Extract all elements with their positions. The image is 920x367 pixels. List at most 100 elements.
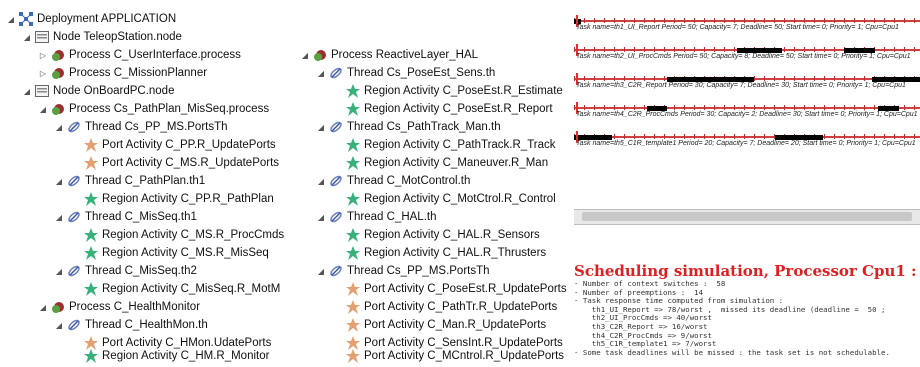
tree-process-reactive[interactable]: ◢ Process ReactiveLayer_HAL [300, 46, 478, 64]
timeline-tick [614, 47, 615, 52]
tree-thread-csppms[interactable]: ◢ Thread Cs_PP_MS.PortsTh [316, 262, 490, 280]
tree-port-activity[interactable]: Port Activity C_PP.R_UpdatePorts [84, 136, 276, 154]
timeline-tick [814, 47, 815, 52]
expand-arrow-icon[interactable]: ◢ [38, 105, 48, 114]
port-activity-icon [346, 318, 360, 332]
task-execution-block [843, 47, 875, 53]
timeline-tick [684, 18, 685, 23]
tree-port-activity[interactable]: Port Activity C_PoseEst.R_UpdatePorts [346, 280, 567, 298]
region-activity-label: Region Activity C_HAL.R_Sensors [364, 229, 540, 241]
tree-region-activity[interactable]: Region Activity C_MS.R_ProcCmds [84, 226, 284, 244]
region-activity-icon [346, 192, 360, 206]
timeline-tick [804, 18, 805, 23]
tree-region-activity[interactable]: Region Activity C_PoseEst.R_Report [346, 100, 553, 118]
timeline-tick [664, 47, 665, 52]
tree-region-activity[interactable]: Region Activity C_MisSeq.R_MotM [84, 280, 280, 298]
tree-process-missionplanner[interactable]: ▷ Process C_MissionPlanner [38, 64, 207, 82]
tree-port-activity[interactable]: Port Activity C_PathTr.R_UpdatePorts [346, 298, 557, 316]
timeline-tick [704, 105, 705, 110]
expand-arrow-icon[interactable]: ◢ [316, 123, 326, 132]
expand-arrow-icon[interactable]: ◢ [22, 33, 32, 42]
tree-port-activity[interactable]: Port Activity C_Man.R_UpdatePorts [346, 316, 546, 334]
expand-arrow-icon[interactable]: ◢ [6, 15, 16, 24]
tree-thread-pathplan[interactable]: ◢ Thread C_PathPlan.th1 [54, 172, 205, 190]
tree-thread-ppms[interactable]: ◢ Thread Cs_PP_MS.PortsTh [54, 118, 228, 136]
thread-label: Thread C_HAL.th [347, 211, 437, 223]
thread-icon [67, 174, 81, 188]
node-icon [35, 30, 49, 44]
expand-arrow-icon[interactable]: ◢ [316, 213, 326, 222]
tree-thread-poseest[interactable]: ◢ Thread Cs_PoseEst_Sens.th [316, 64, 495, 82]
tree-region-activity[interactable]: Region Activity C_Maneuver.R_Man [346, 154, 548, 172]
tree-process-health[interactable]: ◢ Process C_HealthMonitor [38, 298, 200, 316]
tree-region-activity[interactable]: Region Activity C_MS.R_MisSeq [84, 244, 269, 262]
tree-process-userinterface[interactable]: ▷ Process C_UserInterface.process [38, 46, 241, 64]
expand-arrow-icon[interactable]: ◢ [54, 213, 64, 222]
timeline-tick [644, 47, 645, 52]
expand-arrow-icon[interactable]: ◢ [38, 303, 48, 312]
timeline-tick [724, 134, 725, 139]
scrollbar-thumb[interactable] [582, 212, 912, 221]
timeline-tick [624, 105, 625, 110]
collapsed-arrow-icon[interactable]: ▷ [38, 69, 48, 78]
timeline-tick [694, 134, 695, 139]
timeline-tick [594, 105, 595, 110]
expand-arrow-icon[interactable]: ◢ [54, 123, 64, 132]
tree-region-activity[interactable]: Region Activity C_HAL.R_Thrusters [346, 244, 546, 262]
task-caption: Task name=th5_C1R_template1 Period= 20; … [576, 140, 916, 147]
timeline-tick [704, 134, 705, 139]
expand-arrow-icon[interactable]: ◢ [22, 87, 32, 96]
timeline-tick [584, 47, 585, 52]
port-activity-label: Port Activity C_MS.R_UpdatePorts [102, 157, 280, 169]
tree-port-activity[interactable]: Port Activity C_MS.R_UpdatePorts [84, 154, 279, 172]
expand-arrow-icon[interactable]: ◢ [316, 267, 326, 276]
tree-region-activity[interactable]: Region Activity C_PathTrack.R_Track [346, 136, 556, 154]
region-activity-icon [84, 349, 98, 363]
tree-thread-misseq[interactable]: ◢ Thread C_MisSeq.th1 [54, 208, 197, 226]
region-activity-label: Region Activity C_PathTrack.R_Track [364, 139, 556, 151]
scheduling-gantt: Task name=th1_UI_Report Period= 50; Capa… [574, 14, 920, 164]
timeline-tick [744, 134, 745, 139]
horizontal-scrollbar[interactable] [574, 209, 920, 225]
tree-region-activity[interactable]: Region Activity C_MotCtrol.R_Control [346, 190, 556, 208]
tree-root[interactable]: ◢ Deployment APPLICATION [6, 10, 176, 28]
tree-node-teleop[interactable]: ◢ Node TeleopStation.node [22, 28, 182, 46]
region-activity-icon [346, 246, 360, 260]
process-icon [51, 102, 65, 116]
tree-node-onboard[interactable]: ◢ Node OnBoardPC.node [22, 82, 174, 100]
tree-thread-hal[interactable]: ◢ Thread C_HAL.th [316, 208, 437, 226]
tree-region-activity[interactable]: Region Activity C_PoseEst.R_Estimate [346, 82, 563, 100]
timeline-tick [594, 18, 595, 23]
tree-region-activity[interactable]: Region Activity C_HM.R_Monitor [84, 348, 269, 364]
simulation-line: - Some task deadlines will be missed : t… [574, 347, 890, 357]
task-caption: Task name=th2_UI_ProcCmds Period= 50; Ca… [576, 53, 911, 60]
expand-arrow-icon[interactable]: ◢ [316, 69, 326, 78]
timeline-tick [644, 105, 645, 110]
tree-process-pathplan[interactable]: ◢ Process Cs_PathPlan_MisSeq.process [38, 100, 269, 118]
timeline-tick [714, 134, 715, 139]
expand-arrow-icon[interactable]: ◢ [54, 177, 64, 186]
timeline-tick [774, 18, 775, 23]
expand-arrow-icon[interactable]: ◢ [316, 177, 326, 186]
timeline-tick [844, 76, 845, 81]
tree-thread-healthmon[interactable]: ◢ Thread C_HealthMon.th [54, 316, 208, 334]
tree-thread-pathtrack[interactable]: ◢ Thread Cs_PathTrack_Man.th [316, 118, 501, 136]
expand-arrow-icon[interactable]: ◢ [54, 267, 64, 276]
timeline-tick [574, 105, 575, 110]
timeline-tick [734, 134, 735, 139]
tree-port-activity[interactable]: Port Activity C_MCntrol.R_UpdatePorts [346, 348, 564, 364]
timeline-tick [824, 47, 825, 52]
timeline-tick [764, 134, 765, 139]
timeline-tick [824, 18, 825, 23]
collapsed-arrow-icon[interactable]: ▷ [38, 51, 48, 60]
expand-arrow-icon[interactable]: ◢ [54, 321, 64, 330]
tree-thread-motcontrol[interactable]: ◢ Thread C_MotControl.th [316, 172, 470, 190]
expand-arrow-icon[interactable]: ◢ [300, 51, 310, 60]
tree-region-activity[interactable]: Region Activity C_HAL.R_Sensors [346, 226, 540, 244]
timeline-tick [824, 134, 825, 139]
tree-thread-misseq2[interactable]: ◢ Thread C_MisSeq.th2 [54, 262, 197, 280]
node-icon [35, 84, 49, 98]
timeline-tick [824, 76, 825, 81]
process-label: Process ReactiveLayer_HAL [331, 49, 479, 61]
tree-region-activity[interactable]: Region Activity C_PP.R_PathPlan [84, 190, 274, 208]
